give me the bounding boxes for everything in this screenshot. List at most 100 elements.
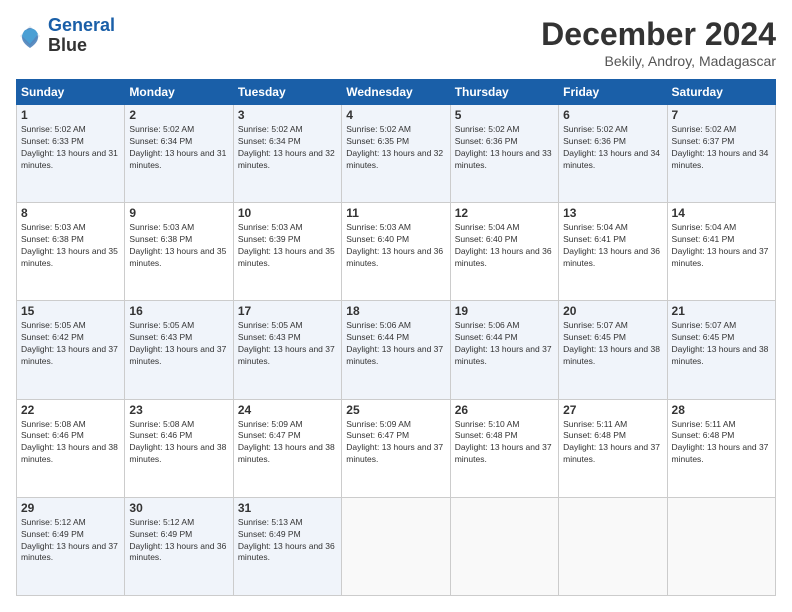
- day-number: 15: [21, 304, 120, 318]
- calendar-week-row: 22 Sunrise: 5:08 AMSunset: 6:46 PMDayligh…: [17, 399, 776, 497]
- logo: General Blue: [16, 16, 115, 56]
- calendar-header-row: SundayMondayTuesdayWednesdayThursdayFrid…: [17, 80, 776, 105]
- calendar-cell: 25Sunrise: 5:09 AMSunset: 6:47 PMDayligh…: [342, 399, 450, 497]
- day-detail: Sunrise: 5:05 AMSunset: 6:42 PMDaylight:…: [21, 320, 120, 368]
- day-detail: Sunrise: 5:02 AMSunset: 6:35 PMDaylight:…: [346, 124, 445, 172]
- col-header-saturday: Saturday: [667, 80, 775, 105]
- logo-line1: General: [48, 15, 115, 35]
- day-number: 11: [346, 206, 445, 220]
- calendar-cell: 15 Sunrise: 5:05 AMSunset: 6:42 PMDayligh…: [17, 301, 125, 399]
- day-detail: Sunrise: 5:06 AMSunset: 6:44 PMDaylight:…: [346, 320, 445, 368]
- month-title: December 2024: [541, 16, 776, 53]
- day-detail: Sunrise: 5:11 AMSunset: 6:48 PMDaylight:…: [672, 419, 771, 467]
- calendar-cell: 10Sunrise: 5:03 AMSunset: 6:39 PMDayligh…: [233, 203, 341, 301]
- calendar-cell: 8 Sunrise: 5:03 AMSunset: 6:38 PMDaylight…: [17, 203, 125, 301]
- day-number: 25: [346, 403, 445, 417]
- calendar-table: SundayMondayTuesdayWednesdayThursdayFrid…: [16, 79, 776, 596]
- calendar-week-row: 8 Sunrise: 5:03 AMSunset: 6:38 PMDaylight…: [17, 203, 776, 301]
- calendar-cell: 6Sunrise: 5:02 AMSunset: 6:36 PMDaylight…: [559, 105, 667, 203]
- calendar-cell: 19 Sunrise: 5:06 AMSunset: 6:44 PMDayligh…: [450, 301, 558, 399]
- calendar-cell: [450, 497, 558, 595]
- calendar-week-row: 1 Sunrise: 5:02 AMSunset: 6:33 PMDaylight…: [17, 105, 776, 203]
- day-detail: Sunrise: 5:04 AMSunset: 6:41 PMDaylight:…: [563, 222, 662, 270]
- logo-line2: Blue: [48, 36, 115, 56]
- day-detail: Sunrise: 5:12 AMSunset: 6:49 PMDaylight:…: [21, 517, 120, 565]
- day-number: 12: [455, 206, 554, 220]
- calendar-cell: 20 Sunrise: 5:07 AMSunset: 6:45 PMDayligh…: [559, 301, 667, 399]
- day-detail: Sunrise: 5:02 AMSunset: 6:34 PMDaylight:…: [129, 124, 228, 172]
- day-detail: Sunrise: 5:08 AMSunset: 6:46 PMDaylight:…: [21, 419, 120, 467]
- calendar-cell: 17Sunrise: 5:05 AMSunset: 6:43 PMDayligh…: [233, 301, 341, 399]
- calendar-cell: 7 Sunrise: 5:02 AMSunset: 6:37 PMDaylight…: [667, 105, 775, 203]
- day-number: 13: [563, 206, 662, 220]
- calendar-cell: 24 Sunrise: 5:09 AMSunset: 6:47 PMDayligh…: [233, 399, 341, 497]
- day-number: 21: [672, 304, 771, 318]
- col-header-monday: Monday: [125, 80, 233, 105]
- day-number: 16: [129, 304, 228, 318]
- day-number: 24: [238, 403, 337, 417]
- calendar-cell: 2Sunrise: 5:02 AMSunset: 6:34 PMDaylight…: [125, 105, 233, 203]
- day-detail: Sunrise: 5:05 AMSunset: 6:43 PMDaylight:…: [238, 320, 337, 368]
- calendar-cell: 4 Sunrise: 5:02 AMSunset: 6:35 PMDaylight…: [342, 105, 450, 203]
- logo-text: General Blue: [48, 16, 115, 56]
- day-number: 28: [672, 403, 771, 417]
- day-detail: Sunrise: 5:04 AMSunset: 6:40 PMDaylight:…: [455, 222, 554, 270]
- day-number: 26: [455, 403, 554, 417]
- calendar-cell: [667, 497, 775, 595]
- day-detail: Sunrise: 5:02 AMSunset: 6:36 PMDaylight:…: [563, 124, 662, 172]
- calendar-cell: 18 Sunrise: 5:06 AMSunset: 6:44 PMDayligh…: [342, 301, 450, 399]
- calendar-cell: 30 Sunrise: 5:12 AMSunset: 6:49 PMDayligh…: [125, 497, 233, 595]
- calendar-cell: 23Sunrise: 5:08 AMSunset: 6:46 PMDayligh…: [125, 399, 233, 497]
- day-detail: Sunrise: 5:03 AMSunset: 6:39 PMDaylight:…: [238, 222, 337, 270]
- calendar-cell: 16Sunrise: 5:05 AMSunset: 6:43 PMDayligh…: [125, 301, 233, 399]
- day-detail: Sunrise: 5:13 AMSunset: 6:49 PMDaylight:…: [238, 517, 337, 565]
- day-number: 14: [672, 206, 771, 220]
- day-number: 20: [563, 304, 662, 318]
- day-number: 9: [129, 206, 228, 220]
- col-header-friday: Friday: [559, 80, 667, 105]
- calendar-cell: 21 Sunrise: 5:07 AMSunset: 6:45 PMDayligh…: [667, 301, 775, 399]
- calendar-cell: 3Sunrise: 5:02 AMSunset: 6:34 PMDaylight…: [233, 105, 341, 203]
- calendar-cell: 9 Sunrise: 5:03 AMSunset: 6:38 PMDaylight…: [125, 203, 233, 301]
- day-detail: Sunrise: 5:03 AMSunset: 6:38 PMDaylight:…: [129, 222, 228, 270]
- day-detail: Sunrise: 5:02 AMSunset: 6:37 PMDaylight:…: [672, 124, 771, 172]
- day-number: 31: [238, 501, 337, 515]
- logo-icon: [16, 22, 44, 50]
- day-number: 1: [21, 108, 120, 122]
- day-number: 22: [21, 403, 120, 417]
- day-number: 23: [129, 403, 228, 417]
- col-header-sunday: Sunday: [17, 80, 125, 105]
- day-number: 8: [21, 206, 120, 220]
- title-block: December 2024 Bekily, Androy, Madagascar: [541, 16, 776, 69]
- calendar-cell: 11Sunrise: 5:03 AMSunset: 6:40 PMDayligh…: [342, 203, 450, 301]
- day-detail: Sunrise: 5:02 AMSunset: 6:36 PMDaylight:…: [455, 124, 554, 172]
- day-number: 18: [346, 304, 445, 318]
- calendar-cell: 12 Sunrise: 5:04 AMSunset: 6:40 PMDayligh…: [450, 203, 558, 301]
- day-detail: Sunrise: 5:02 AMSunset: 6:33 PMDaylight:…: [21, 124, 120, 172]
- calendar-cell: 14 Sunrise: 5:04 AMSunset: 6:41 PMDayligh…: [667, 203, 775, 301]
- calendar-cell: 1 Sunrise: 5:02 AMSunset: 6:33 PMDaylight…: [17, 105, 125, 203]
- day-detail: Sunrise: 5:12 AMSunset: 6:49 PMDaylight:…: [129, 517, 228, 565]
- col-header-thursday: Thursday: [450, 80, 558, 105]
- header: General Blue December 2024 Bekily, Andro…: [16, 16, 776, 69]
- day-number: 5: [455, 108, 554, 122]
- day-number: 7: [672, 108, 771, 122]
- day-number: 4: [346, 108, 445, 122]
- calendar-week-row: 29 Sunrise: 5:12 AMSunset: 6:49 PMDayligh…: [17, 497, 776, 595]
- day-detail: Sunrise: 5:04 AMSunset: 6:41 PMDaylight:…: [672, 222, 771, 270]
- day-detail: Sunrise: 5:07 AMSunset: 6:45 PMDaylight:…: [563, 320, 662, 368]
- day-number: 30: [129, 501, 228, 515]
- day-detail: Sunrise: 5:07 AMSunset: 6:45 PMDaylight:…: [672, 320, 771, 368]
- day-number: 29: [21, 501, 120, 515]
- day-detail: Sunrise: 5:03 AMSunset: 6:38 PMDaylight:…: [21, 222, 120, 270]
- day-detail: Sunrise: 5:11 AMSunset: 6:48 PMDaylight:…: [563, 419, 662, 467]
- calendar-cell: [559, 497, 667, 595]
- calendar-cell: 13 Sunrise: 5:04 AMSunset: 6:41 PMDayligh…: [559, 203, 667, 301]
- day-detail: Sunrise: 5:09 AMSunset: 6:47 PMDaylight:…: [238, 419, 337, 467]
- day-detail: Sunrise: 5:06 AMSunset: 6:44 PMDaylight:…: [455, 320, 554, 368]
- calendar-cell: 22 Sunrise: 5:08 AMSunset: 6:46 PMDayligh…: [17, 399, 125, 497]
- calendar-cell: [342, 497, 450, 595]
- day-number: 19: [455, 304, 554, 318]
- day-detail: Sunrise: 5:10 AMSunset: 6:48 PMDaylight:…: [455, 419, 554, 467]
- calendar-cell: 26 Sunrise: 5:10 AMSunset: 6:48 PMDayligh…: [450, 399, 558, 497]
